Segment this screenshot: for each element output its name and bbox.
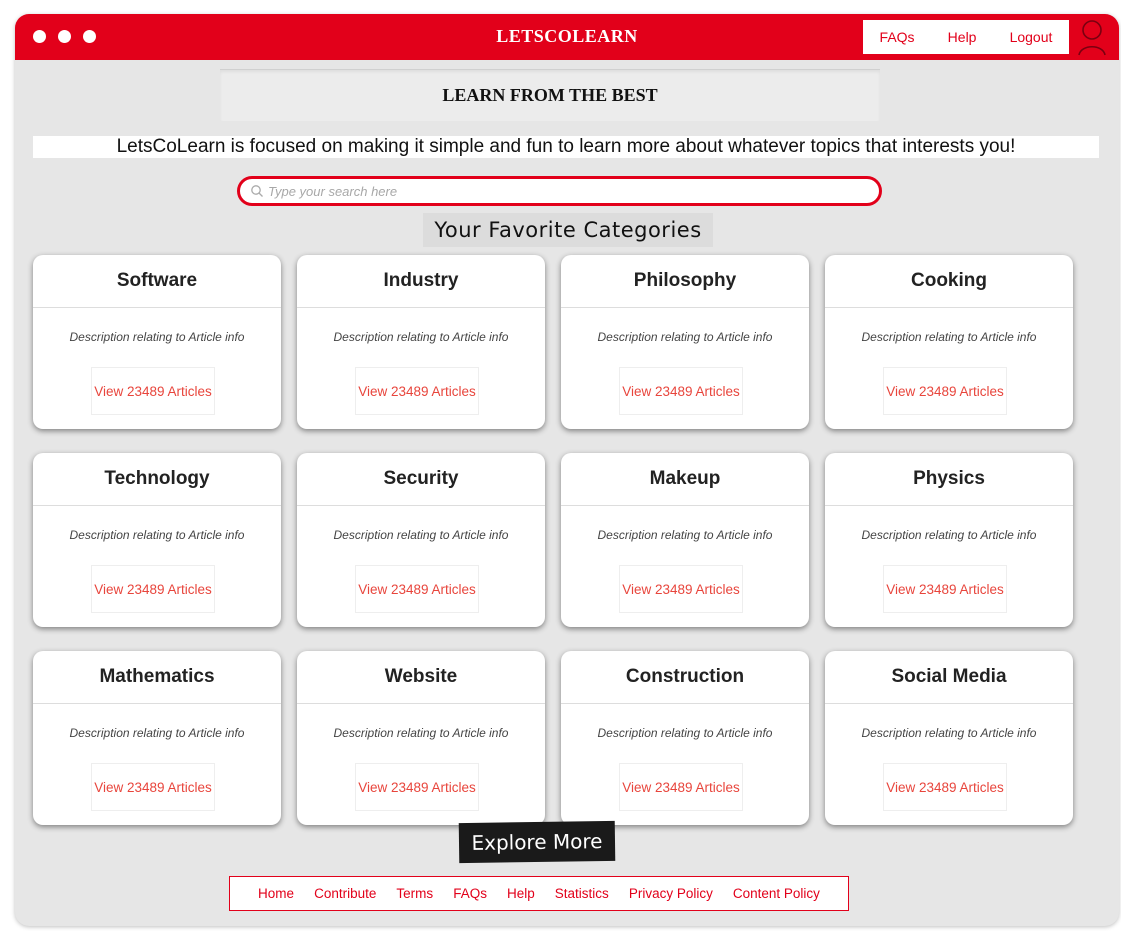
card-title: Mathematics	[33, 651, 281, 704]
card-description: Description relating to Article info	[333, 726, 509, 740]
user-avatar-icon[interactable]	[1077, 18, 1107, 56]
explore-more-button[interactable]: Explore More	[458, 820, 616, 864]
category-card-security: Security Description relating to Article…	[297, 453, 545, 627]
top-nav: FAQs Help Logout	[863, 20, 1069, 54]
footer-link-privacy-policy[interactable]: Privacy Policy	[629, 886, 713, 901]
card-title: Website	[297, 651, 545, 704]
nav-link-help[interactable]: Help	[948, 29, 977, 45]
card-title: Social Media	[825, 651, 1073, 704]
card-title: Security	[297, 453, 545, 506]
card-description: Description relating to Article info	[597, 330, 773, 344]
card-description: Description relating to Article info	[69, 528, 245, 542]
card-title: Makeup	[561, 453, 809, 506]
footer-link-terms[interactable]: Terms	[396, 886, 433, 901]
footer-link-content-policy[interactable]: Content Policy	[733, 886, 820, 901]
app-window: LETSCOLEARN FAQs Help Logout LEARN FROM …	[15, 14, 1119, 926]
card-description: Description relating to Article info	[69, 330, 245, 344]
view-articles-button[interactable]: View 23489 Articles	[883, 367, 1007, 415]
view-articles-button[interactable]: View 23489 Articles	[91, 763, 215, 811]
card-description: Description relating to Article info	[861, 528, 1037, 542]
card-title: Technology	[33, 453, 281, 506]
card-description: Description relating to Article info	[597, 528, 773, 542]
card-description: Description relating to Article info	[597, 726, 773, 740]
view-articles-button[interactable]: View 23489 Articles	[355, 565, 479, 613]
category-card-website: Website Description relating to Article …	[297, 651, 545, 825]
category-card-physics: Physics Description relating to Article …	[825, 453, 1073, 627]
footer-link-home[interactable]: Home	[258, 886, 294, 901]
view-articles-button[interactable]: View 23489 Articles	[619, 763, 743, 811]
card-title: Industry	[297, 255, 545, 308]
category-card-mathematics: Mathematics Description relating to Arti…	[33, 651, 281, 825]
nav-link-faqs[interactable]: FAQs	[880, 29, 915, 45]
nav-link-logout[interactable]: Logout	[1010, 29, 1053, 45]
categories-heading: Your Favorite Categories	[423, 213, 713, 247]
footer-link-help[interactable]: Help	[507, 886, 535, 901]
category-card-technology: Technology Description relating to Artic…	[33, 453, 281, 627]
title-bar: LETSCOLEARN FAQs Help Logout	[15, 14, 1119, 60]
card-description: Description relating to Article info	[861, 726, 1037, 740]
footer-nav: Home Contribute Terms FAQs Help Statisti…	[229, 876, 849, 911]
card-description: Description relating to Article info	[69, 726, 245, 740]
view-articles-button[interactable]: View 23489 Articles	[355, 367, 479, 415]
view-articles-button[interactable]: View 23489 Articles	[91, 565, 215, 613]
hero-banner: LEARN FROM THE BEST	[220, 69, 880, 121]
category-card-construction: Construction Description relating to Art…	[561, 651, 809, 825]
card-title: Physics	[825, 453, 1073, 506]
card-description: Description relating to Article info	[333, 330, 509, 344]
category-card-makeup: Makeup Description relating to Article i…	[561, 453, 809, 627]
card-description: Description relating to Article info	[861, 330, 1037, 344]
tagline: LetsCoLearn is focused on making it simp…	[33, 136, 1099, 158]
card-title: Cooking	[825, 255, 1073, 308]
footer-link-statistics[interactable]: Statistics	[555, 886, 609, 901]
category-card-software: Software Description relating to Article…	[33, 255, 281, 429]
view-articles-button[interactable]: View 23489 Articles	[619, 565, 743, 613]
card-description: Description relating to Article info	[333, 528, 509, 542]
search-bar[interactable]	[237, 176, 882, 206]
view-articles-button[interactable]: View 23489 Articles	[91, 367, 215, 415]
view-articles-button[interactable]: View 23489 Articles	[883, 763, 1007, 811]
search-icon	[251, 185, 263, 197]
card-title: Software	[33, 255, 281, 308]
card-title: Construction	[561, 651, 809, 704]
category-grid: Software Description relating to Article…	[33, 255, 1103, 825]
search-input[interactable]	[268, 183, 879, 199]
footer-link-contribute[interactable]: Contribute	[314, 886, 376, 901]
category-card-philosophy: Philosophy Description relating to Artic…	[561, 255, 809, 429]
card-title: Philosophy	[561, 255, 809, 308]
view-articles-button[interactable]: View 23489 Articles	[883, 565, 1007, 613]
category-card-industry: Industry Description relating to Article…	[297, 255, 545, 429]
view-articles-button[interactable]: View 23489 Articles	[355, 763, 479, 811]
category-card-social-media: Social Media Description relating to Art…	[825, 651, 1073, 825]
category-card-cooking: Cooking Description relating to Article …	[825, 255, 1073, 429]
view-articles-button[interactable]: View 23489 Articles	[619, 367, 743, 415]
footer-link-faqs[interactable]: FAQs	[453, 886, 487, 901]
